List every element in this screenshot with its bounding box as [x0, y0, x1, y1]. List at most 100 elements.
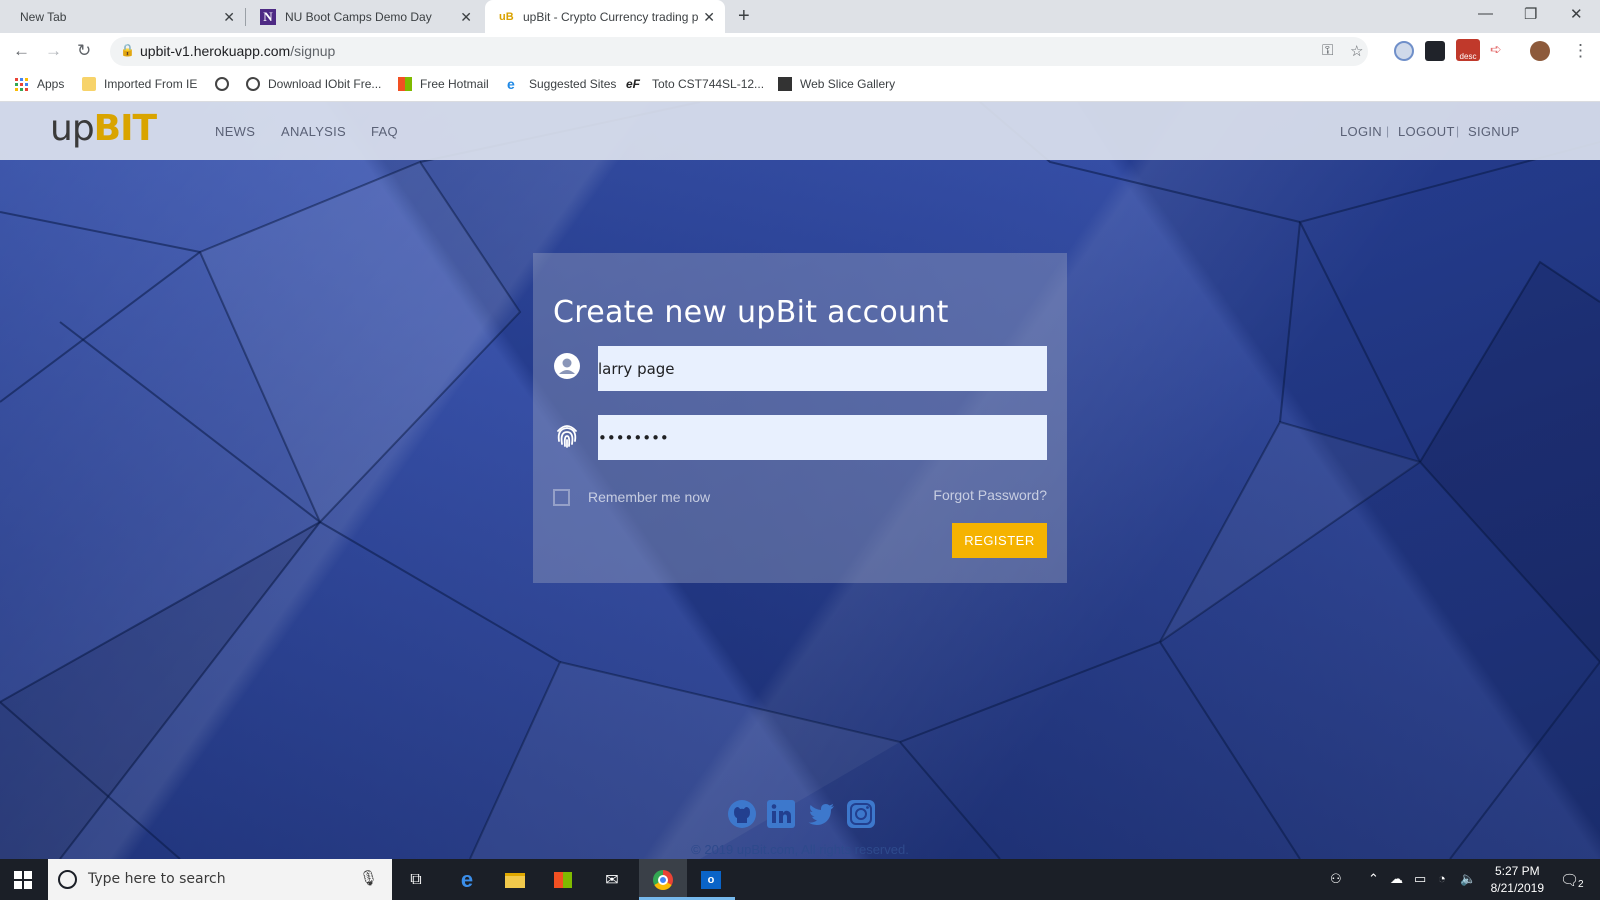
new-tab-plus-icon[interactable]: + — [738, 5, 750, 28]
apps-grid-icon — [15, 77, 28, 91]
globe-icon — [215, 77, 229, 91]
close-icon[interactable]: ✕ — [703, 9, 715, 26]
close-icon[interactable]: ✕ — [460, 9, 472, 26]
windows-taskbar: Type here to search 🎙 ⧉ e ✉ o ⚇ ⌃ ☁ ▭ ◔ … — [0, 859, 1600, 900]
ie-logo-icon: e — [507, 76, 515, 92]
volume-icon[interactable]: 🔈 — [1460, 871, 1476, 887]
nav-separator: | — [1456, 124, 1460, 138]
browser-toolbar: ← → ↻ 🔒 upbit-v1.herokuapp.com/signup ⚿ … — [0, 33, 1600, 70]
windows-logo-icon — [398, 77, 412, 91]
remember-me-checkbox[interactable] — [553, 489, 570, 506]
minimize-icon[interactable]: — — [1478, 5, 1493, 22]
url-text: upbit-v1.herokuapp.com/signup — [140, 43, 335, 59]
tab-new-tab[interactable]: New Tab ✕ — [0, 0, 245, 33]
edge-browser-icon[interactable]: e — [455, 867, 479, 892]
taskbar-search-placeholder: Type here to search — [88, 871, 226, 887]
bookmark-label: Imported From IE — [104, 77, 198, 91]
tab-upbit[interactable]: uB upBit - Crypto Currency trading p ✕ — [485, 0, 725, 33]
battery-icon[interactable]: ▭ — [1414, 871, 1426, 887]
bookmark-toto[interactable]: eF Toto CST744SL-12... — [626, 77, 764, 91]
bookmark-label: Apps — [37, 77, 65, 91]
url-host: upbit-v1.herokuapp.com — [140, 43, 291, 59]
desc-extension-icon[interactable]: desc — [1456, 39, 1480, 61]
key-icon[interactable]: ⚿ — [1322, 42, 1333, 59]
react-devtools-icon[interactable] — [1425, 41, 1445, 61]
notification-count-badge: 2 — [1578, 879, 1584, 890]
tab-nu-boot-camps[interactable]: N NU Boot Camps Demo Day ✕ — [246, 0, 482, 33]
nav-analysis-link[interactable]: ANALYSIS — [281, 124, 346, 139]
windows-start-icon[interactable] — [14, 871, 32, 889]
nav-separator: | — [1386, 124, 1390, 138]
close-icon[interactable]: ✕ — [223, 9, 235, 26]
signup-title: Create new upBit account — [553, 295, 949, 330]
nav-news-link[interactable]: NEWS — [215, 124, 255, 139]
signup-card: Create new upBit account larry page ••••… — [533, 253, 1067, 583]
url-path: /signup — [290, 43, 336, 59]
profile-avatar[interactable] — [1530, 41, 1550, 61]
wifi-icon[interactable]: ◔ — [1438, 871, 1446, 886]
cortana-icon — [58, 870, 77, 889]
logo-accent: BIT — [93, 108, 157, 149]
taskbar-search-box[interactable]: Type here to search 🎙 — [48, 859, 392, 900]
microphone-icon[interactable]: 🎙 — [359, 869, 378, 887]
bookmark-suggested-sites[interactable]: e Suggested Sites — [507, 77, 616, 91]
share-extension-icon[interactable]: ➪ — [1490, 41, 1510, 61]
tab-title: NU Boot Camps Demo Day — [285, 9, 432, 24]
bookmark-globe[interactable] — [215, 77, 237, 91]
bookmark-label: Web Slice Gallery — [800, 77, 896, 91]
register-button[interactable]: REGISTER — [952, 523, 1047, 558]
bookmark-imported-from-ie[interactable]: Imported From IE — [82, 77, 197, 91]
bookmark-free-hotmail[interactable]: Free Hotmail — [398, 77, 489, 91]
github-icon[interactable] — [727, 799, 757, 829]
nav-logout-link[interactable]: LOGOUT — [1398, 124, 1455, 139]
nav-login-link[interactable]: LOGIN — [1340, 124, 1382, 139]
logo-prefix: up — [50, 108, 95, 149]
mail-icon[interactable]: ✉ — [600, 868, 624, 892]
menu-kebab-icon[interactable]: ⋮ — [1572, 41, 1589, 61]
web-slice-icon — [778, 77, 792, 91]
task-view-icon[interactable]: ⧉ — [404, 868, 428, 892]
ef-logo-icon: eF — [626, 77, 641, 91]
user-circle-icon — [554, 353, 580, 379]
remember-me-label: Remember me now — [588, 489, 711, 505]
fingerprint-icon — [557, 425, 577, 448]
linkedin-icon[interactable] — [766, 799, 796, 829]
back-arrow-icon[interactable]: ← — [13, 41, 30, 61]
forgot-password-link[interactable]: Forgot Password? — [933, 487, 1047, 503]
chevron-up-icon[interactable]: ⌃ — [1368, 871, 1379, 887]
nav-faq-link[interactable]: FAQ — [371, 124, 398, 139]
upbit-favicon-icon: uB — [499, 10, 514, 23]
bookmark-apps[interactable]: Apps — [15, 77, 64, 91]
restore-icon[interactable]: ❐ — [1524, 5, 1537, 23]
system-clock[interactable]: 5:27 PM 8/21/2019 — [1491, 863, 1544, 897]
nav-signup-link[interactable]: SIGNUP — [1468, 124, 1520, 139]
site-navbar: upBIT NEWS ANALYSIS FAQ LOGIN | LOGOUT |… — [0, 102, 1600, 160]
action-center-icon[interactable]: 🗨 — [1560, 871, 1579, 889]
window-close-icon[interactable]: ✕ — [1570, 5, 1583, 23]
instagram-icon[interactable] — [846, 799, 876, 829]
forward-arrow-icon[interactable]: → — [45, 41, 62, 61]
bookmarks-bar: Apps Imported From IE Download IObit Fre… — [0, 70, 1600, 102]
onedrive-icon[interactable]: ☁ — [1390, 871, 1403, 887]
username-input[interactable]: larry page — [598, 346, 1047, 391]
upbit-signup-page: upBIT NEWS ANALYSIS FAQ LOGIN | LOGOUT |… — [0, 102, 1600, 859]
chrome-icon[interactable] — [651, 868, 675, 892]
password-input[interactable]: •••••••• — [598, 415, 1047, 460]
clock-date: 8/21/2019 — [1490, 881, 1544, 895]
extension-icon[interactable] — [1394, 41, 1414, 61]
copyright-text: © 2019 upBit.com, All rights reserved. — [691, 842, 909, 857]
globe-icon — [246, 77, 260, 91]
bookmark-web-slice-gallery[interactable]: Web Slice Gallery — [778, 77, 895, 91]
store-icon[interactable] — [551, 868, 575, 892]
outlook-icon[interactable]: o — [699, 868, 723, 892]
file-explorer-icon[interactable] — [503, 868, 527, 892]
star-bookmark-icon[interactable]: ☆ — [1350, 42, 1363, 60]
bookmark-label: Free Hotmail — [420, 77, 489, 91]
upbit-logo[interactable]: upBIT — [50, 108, 157, 149]
people-icon[interactable]: ⚇ — [1330, 871, 1342, 887]
bookmark-download-iobit[interactable]: Download IObit Fre... — [246, 77, 381, 91]
reload-icon[interactable]: ↻ — [77, 41, 91, 61]
address-bar[interactable]: 🔒 upbit-v1.herokuapp.com/signup ⚿ ☆ — [110, 37, 1368, 66]
bookmark-label: Suggested Sites — [529, 77, 617, 91]
twitter-icon[interactable] — [806, 799, 836, 829]
